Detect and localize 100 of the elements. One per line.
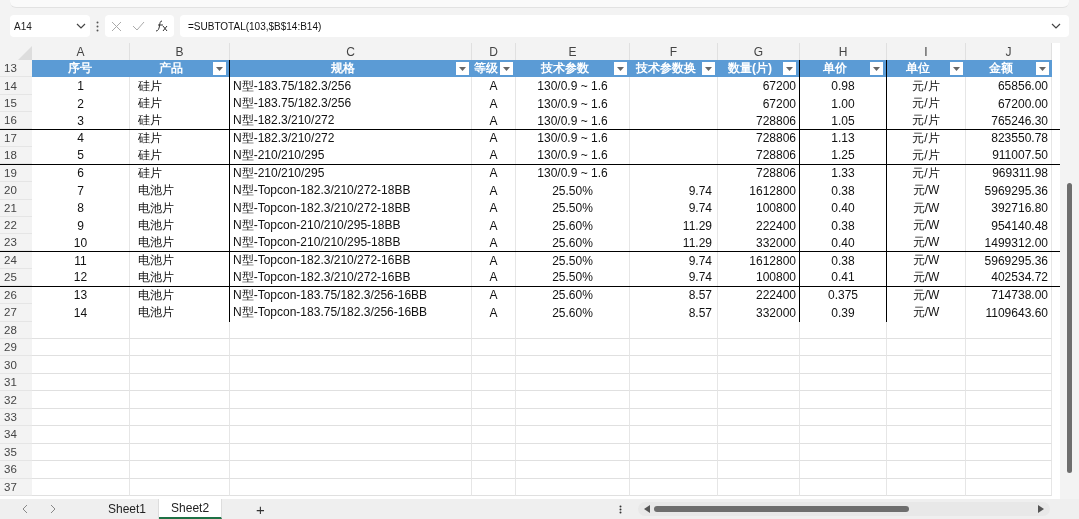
param-cell: 25.60%: [516, 286, 630, 305]
product-cell: 电池片: [130, 182, 230, 200]
filter-button[interactable]: [213, 62, 226, 76]
grade-cell: A: [472, 164, 516, 183]
price-cell: 0.98: [800, 77, 887, 95]
param-cell: 130/0.9 ~ 1.6: [516, 164, 630, 183]
amount-cell: 402534.72: [966, 269, 1052, 286]
param-cell: 130/0.9 ~ 1.6: [516, 129, 630, 148]
unit-cell: 元/片: [887, 77, 966, 95]
formula-field[interactable]: =SUBTOTAL(103,$B$14:B14): [180, 15, 1069, 37]
column-header[interactable]: J: [1005, 44, 1012, 59]
column-header[interactable]: C: [346, 44, 355, 59]
param-cell: 25.60%: [516, 216, 630, 235]
price-cell: 0.39: [800, 304, 887, 322]
column-header[interactable]: G: [753, 44, 764, 59]
caret-icon: [1039, 66, 1046, 71]
column-header[interactable]: I: [924, 44, 928, 59]
quantity-cell: 100800: [718, 269, 800, 286]
vertical-scrollbar[interactable]: [1060, 43, 1079, 499]
quantity-cell: 1612800: [718, 251, 800, 270]
index-cell: 1: [32, 77, 130, 95]
function-icon[interactable]: [155, 20, 168, 32]
horizontal-scrollbar[interactable]: [637, 502, 1050, 516]
previous-sheet-icon[interactable]: [22, 504, 28, 514]
spec-cell: N型-Topcon-183.75/182.3/256-16BB: [230, 286, 472, 305]
index-cell: 11: [32, 251, 130, 270]
index-cell: 12: [32, 269, 130, 286]
more-icon[interactable]: [618, 504, 622, 514]
unit-cell: 元/W: [887, 199, 966, 217]
quantity-cell: 332000: [718, 304, 800, 322]
price-cell: 0.375: [800, 286, 887, 305]
filter-button[interactable]: [614, 62, 627, 76]
column-title: 产品: [158, 60, 184, 78]
expand-icon[interactable]: [1051, 23, 1061, 29]
scroll-right-icon[interactable]: [1037, 505, 1044, 513]
price-cell: 0.41: [800, 269, 887, 286]
unit-cell: 元/W: [887, 286, 966, 305]
param-cell: 9.74: [630, 269, 718, 286]
product-cell: 硅片: [130, 112, 230, 129]
price-cell: 0.38: [800, 216, 887, 235]
product-cell: 电池片: [130, 286, 230, 305]
empty-cell: [472, 408, 516, 427]
caret-icon: [503, 66, 510, 71]
more-icon[interactable]: [96, 20, 99, 32]
spec-cell: N型-210/210/295: [230, 147, 472, 164]
filter-button[interactable]: [500, 62, 513, 76]
spec-cell: N型-Topcon-183.75/182.3/256-16BB: [230, 304, 472, 322]
amount-cell: 65856.00: [966, 77, 1052, 95]
unit-cell: 元/片: [887, 112, 966, 129]
column-header[interactable]: F: [669, 44, 678, 59]
grade-cell: A: [472, 216, 516, 235]
index-cell: 8: [32, 199, 130, 217]
scroll-left-icon[interactable]: [643, 505, 650, 513]
column-header[interactable]: B: [175, 44, 184, 59]
spec-cell: N型-Topcon-182.3/210/272-16BB: [230, 251, 472, 270]
amount-cell: 765246.30: [966, 112, 1052, 129]
filter-button[interactable]: [456, 62, 469, 76]
spec-cell: N型-183.75/182.3/256: [230, 77, 472, 95]
quantity-cell: 222400: [718, 216, 800, 235]
column-title: 数量(片): [727, 60, 773, 78]
amount-cell: 67200.00: [966, 94, 1052, 113]
column-header[interactable]: H: [838, 44, 848, 59]
price-cell: 0.40: [800, 199, 887, 217]
quantity-cell: 1612800: [718, 182, 800, 200]
filter-button[interactable]: [1036, 62, 1049, 76]
param-cell: 130/0.9 ~ 1.6: [516, 77, 630, 95]
unit-cell: 元/片: [887, 164, 966, 183]
filter-button[interactable]: [783, 62, 796, 76]
filter-button[interactable]: [702, 62, 715, 76]
spec-cell: N型-210/210/295: [230, 164, 472, 183]
price-cell: 1.13: [800, 129, 887, 148]
param-cell: 25.50%: [516, 182, 630, 200]
amount-cell: 5969295.36: [966, 251, 1052, 270]
filter-button[interactable]: [950, 62, 963, 76]
empty-cell: [472, 321, 516, 339]
sheet-tab[interactable]: Sheet2: [159, 499, 223, 519]
next-sheet-icon[interactable]: [50, 504, 56, 514]
add-sheet-button[interactable]: +: [252, 500, 269, 518]
param-cell: 25.60%: [516, 304, 630, 322]
column-title: 规格: [329, 60, 356, 78]
unit-cell: 元/W: [887, 269, 966, 286]
grade-cell: A: [472, 251, 516, 270]
product-cell: 电池片: [130, 304, 230, 322]
index-cell: 10: [32, 234, 130, 251]
param-cell: 8.57: [630, 304, 718, 322]
column-header[interactable]: A: [76, 44, 85, 59]
name-box[interactable]: A14: [10, 15, 90, 37]
param-cell: 25.50%: [516, 199, 630, 217]
unit-cell: 元/W: [887, 251, 966, 270]
filter-button[interactable]: [870, 62, 883, 76]
caret-icon: [786, 66, 793, 71]
grade-cell: A: [472, 182, 516, 200]
grade-cell: A: [472, 77, 516, 95]
spec-cell: N型-Topcon-210/210/295-18BB: [230, 234, 472, 251]
param-cell: 130/0.9 ~ 1.6: [516, 147, 630, 164]
unit-cell: 元/W: [887, 234, 966, 251]
unit-cell: 元/W: [887, 182, 966, 200]
check-icon[interactable]: [132, 21, 145, 31]
column-header[interactable]: D: [489, 44, 498, 59]
column-header[interactable]: E: [568, 44, 577, 59]
